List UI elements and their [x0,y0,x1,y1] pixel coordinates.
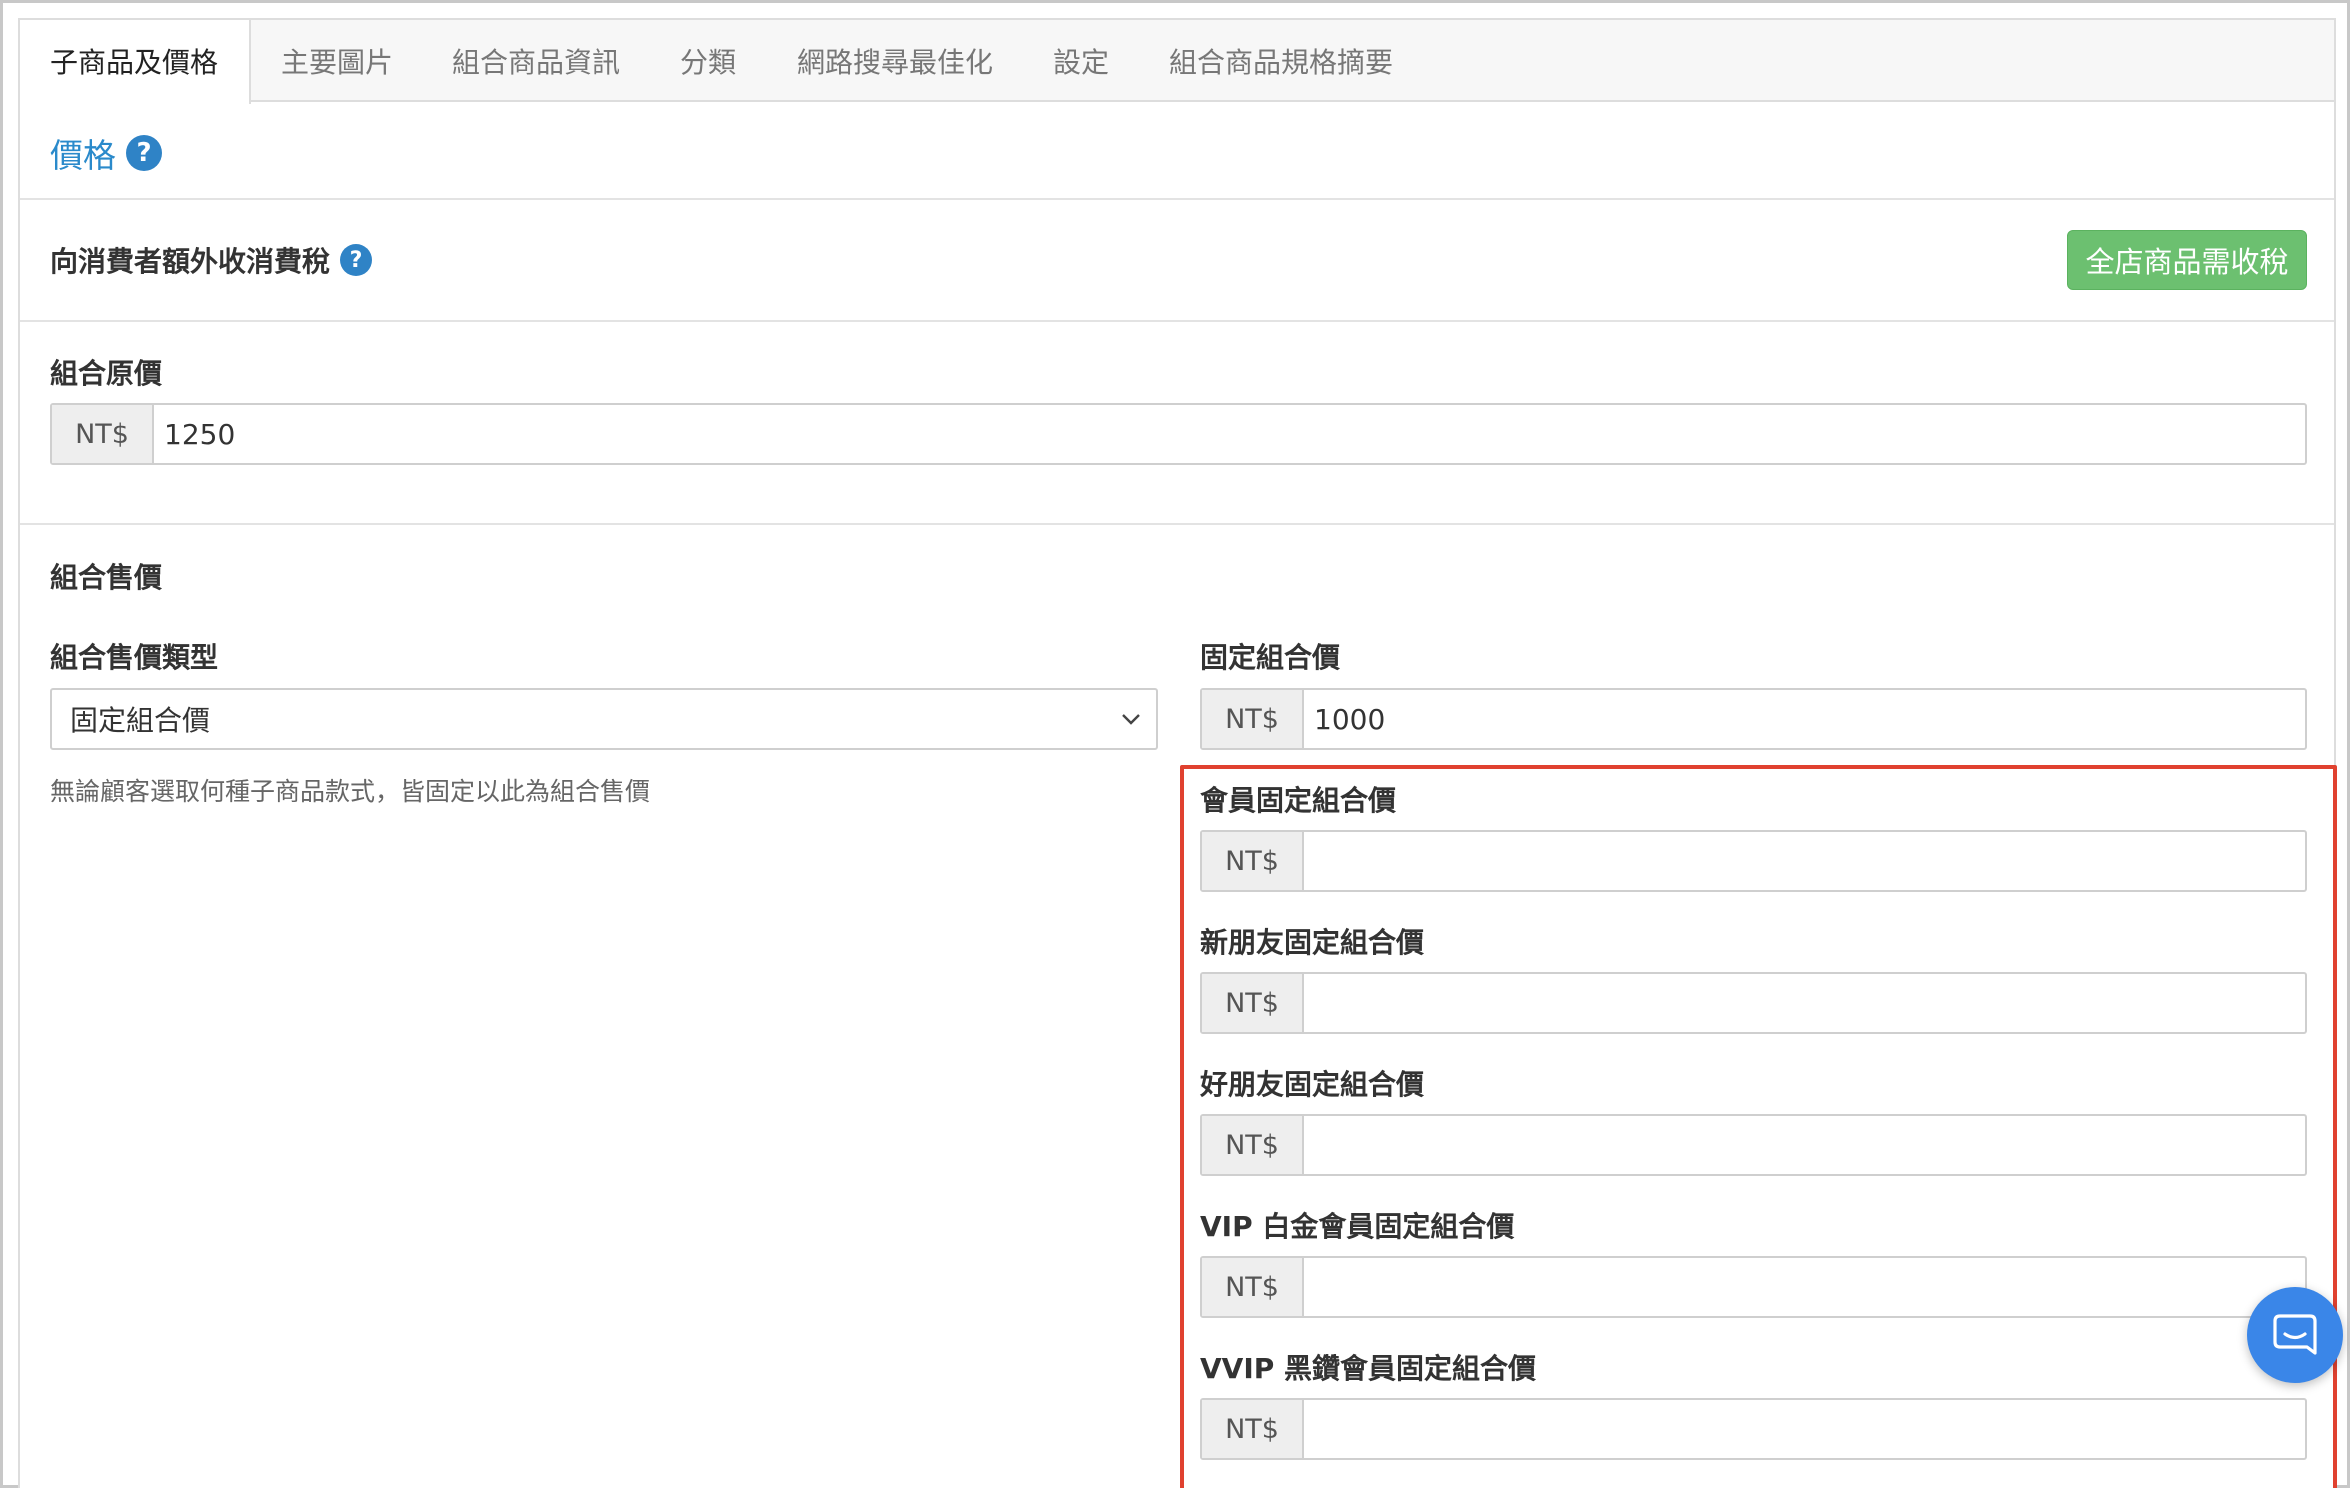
bundle-price-type-hint: 無論顧客選取何種子商品款式，皆固定以此為組合售價 [50,777,651,806]
currency-addon: NT$ [1202,1258,1304,1316]
divider [20,198,2334,200]
price-title-text: 價格 [50,136,116,175]
question-circle-icon[interactable]: ? [126,135,162,171]
tab-main-images[interactable]: 主要圖片 [281,20,393,102]
new-friend-price-label: 新朋友固定組合價 [1200,926,1425,959]
divider [20,523,2334,525]
chat-launcher-button[interactable] [2247,1287,2343,1383]
fixed-price-input[interactable] [1304,690,2305,748]
tab-bundle-info[interactable]: 組合商品資訊 [452,20,620,102]
vip-price-input-group: NT$ [1200,1256,2307,1318]
product-edit-panel: 子商品及價格 主要圖片 組合商品資訊 分類 網路搜尋最佳化 設定 組合商品規格摘… [18,18,2343,1488]
original-price-label: 組合原價 [50,357,163,390]
currency-addon: NT$ [1202,690,1304,748]
divider [20,320,2334,322]
good-friend-price-label: 好朋友固定組合價 [1200,1068,1425,1101]
tab-spec-summary[interactable]: 組合商品規格摘要 [1169,20,1393,102]
bundle-price-heading: 組合售價 [50,561,163,594]
fixed-price-label: 固定組合價 [1200,641,1341,674]
price-section-title: 價格 ? [50,128,162,178]
new-friend-price-input-group: NT$ [1200,972,2307,1034]
tax-row-label: 向消費者額外收消費稅 ? [50,234,373,286]
question-circle-icon[interactable]: ? [340,244,373,276]
good-friend-price-input-group: NT$ [1200,1114,2307,1176]
vvip-price-label: VVIP 黑鑽會員固定組合價 [1200,1352,1537,1385]
chat-bubble-icon [2273,1314,2317,1355]
new-friend-price-input[interactable] [1304,974,2305,1032]
member-price-input-group: NT$ [1200,830,2307,892]
original-price-input-group: NT$ [50,403,2307,465]
member-price-label: 會員固定組合價 [1200,784,1397,817]
vvip-price-input-group: NT$ [1200,1398,2307,1460]
vip-price-label: VIP 白金會員固定組合價 [1200,1210,1515,1243]
store-wide-tax-button[interactable]: 全店商品需收稅 [2067,230,2307,290]
currency-addon: NT$ [1202,1400,1304,1458]
good-friend-price-input[interactable] [1304,1116,2305,1174]
bundle-price-type-select[interactable]: 固定組合價 [50,688,1158,750]
tax-label-text: 向消費者額外收消費稅 [50,245,331,278]
tab-seo[interactable]: 網路搜尋最佳化 [797,20,993,102]
currency-addon: NT$ [1202,1116,1304,1174]
original-price-input[interactable] [154,405,2305,463]
currency-addon: NT$ [1202,974,1304,1032]
currency-addon: NT$ [52,405,154,463]
vip-price-input[interactable] [1304,1258,2305,1316]
select-value: 固定組合價 [70,704,211,737]
fixed-price-input-group: NT$ [1200,688,2307,750]
tab-bar: 子商品及價格 主要圖片 組合商品資訊 分類 網路搜尋最佳化 設定 組合商品規格摘… [20,20,2334,104]
currency-addon: NT$ [1202,832,1304,890]
member-price-input[interactable] [1304,832,2305,890]
bundle-price-type-label: 組合售價類型 [50,641,219,674]
window-frame: 子商品及價格 主要圖片 組合商品資訊 分類 網路搜尋最佳化 設定 組合商品規格摘… [0,0,2350,1488]
tab-settings[interactable]: 設定 [1053,20,1109,102]
vvip-price-input[interactable] [1304,1400,2305,1458]
chevron-down-icon [1122,714,1140,725]
tab-category[interactable]: 分類 [680,20,736,102]
tab-subproducts-and-price[interactable]: 子商品及價格 [20,20,251,104]
